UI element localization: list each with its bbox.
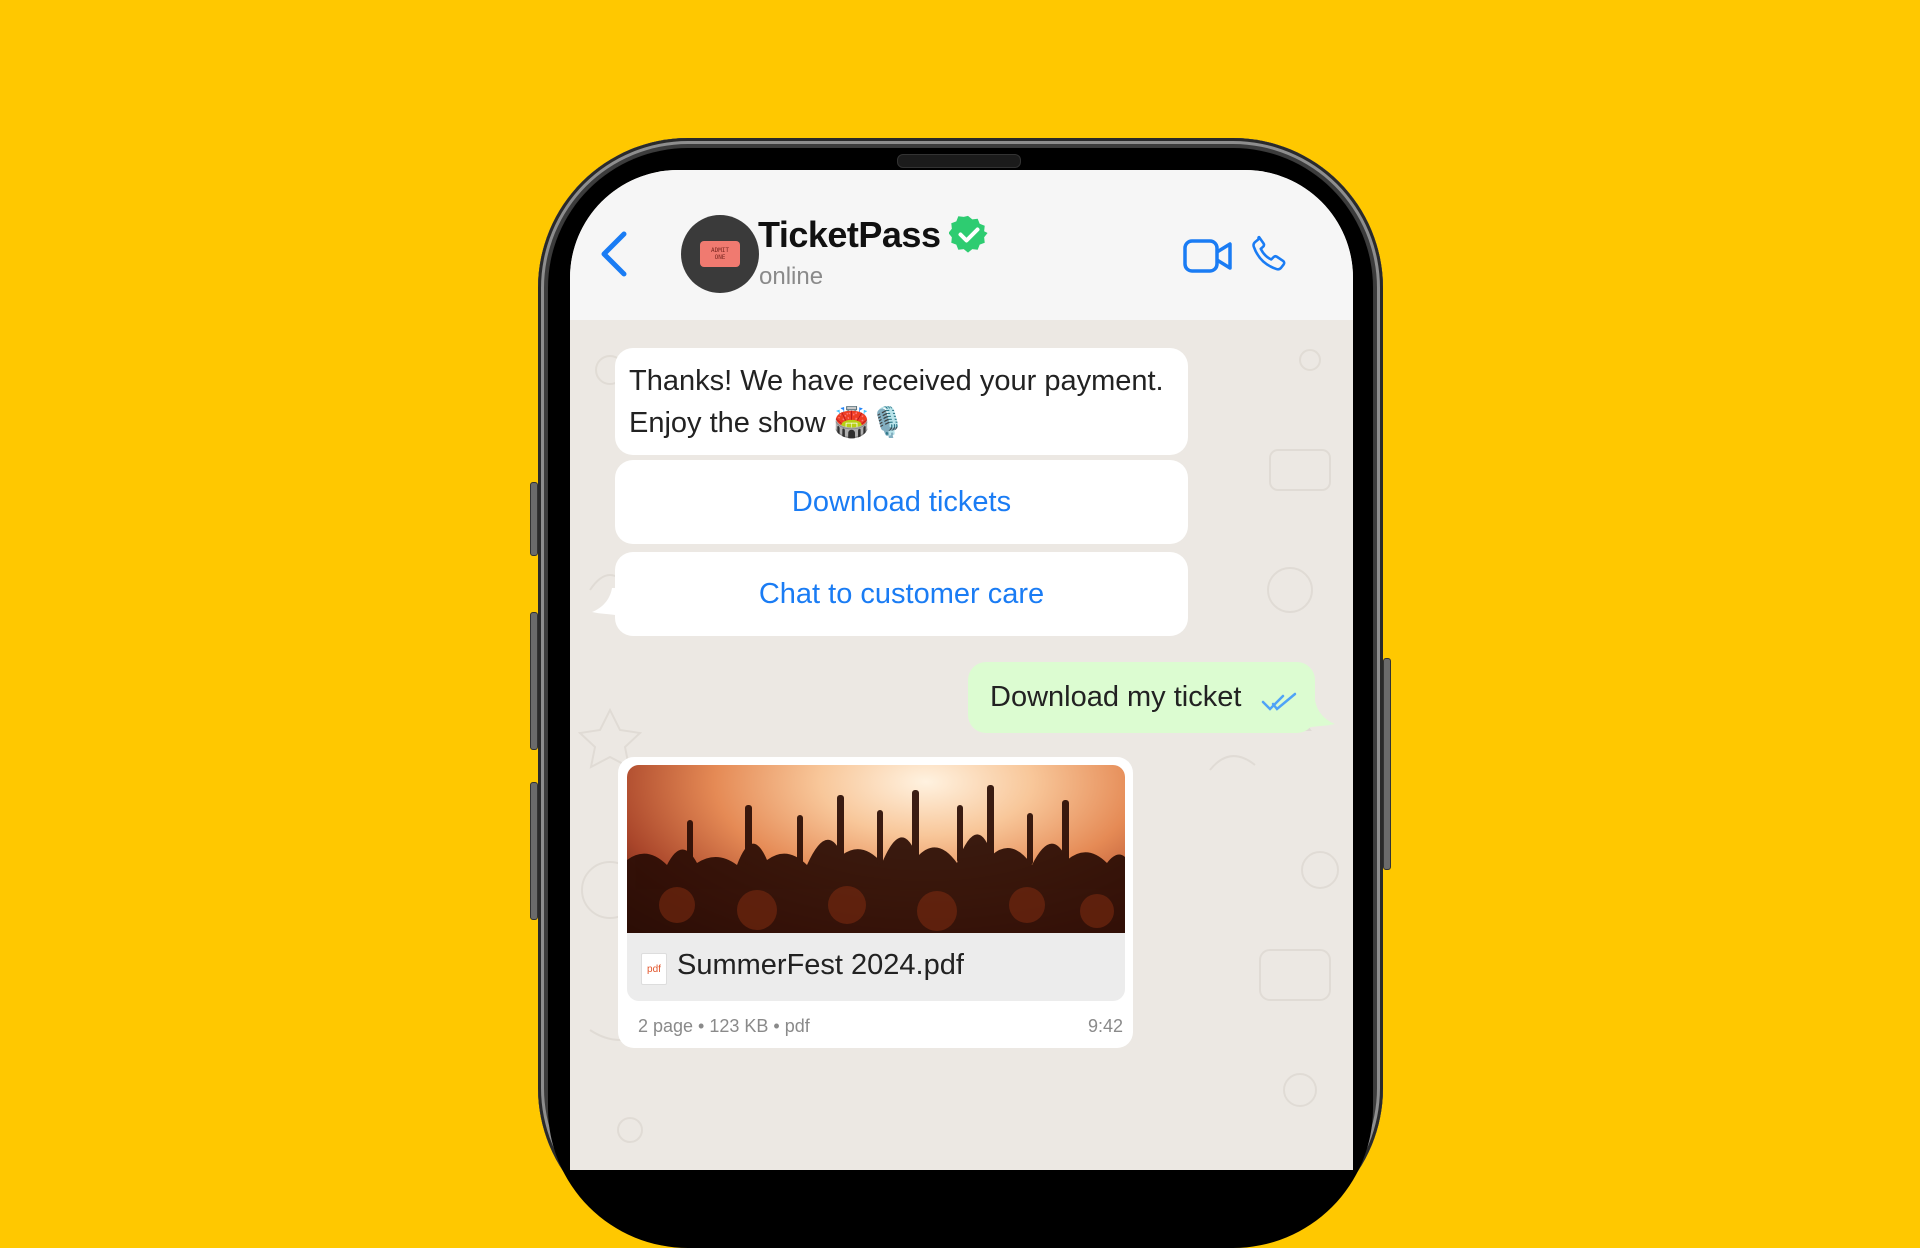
- ticket-text-line1: ADMIT: [710, 247, 730, 254]
- chat-header: ADMIT ONE TicketPass online: [570, 170, 1353, 320]
- back-button[interactable]: [596, 228, 632, 280]
- download-tickets-button[interactable]: Download tickets: [615, 460, 1188, 544]
- phone-silent-switch: [530, 482, 538, 556]
- contact-name-row[interactable]: TicketPass: [758, 214, 989, 256]
- file-row[interactable]: pdf SummerFest 2024.pdf: [627, 933, 1125, 1001]
- double-check-read-icon: [1261, 692, 1297, 711]
- message-time: 9:42: [1087, 1016, 1123, 1036]
- phone-volume-up-button: [530, 612, 538, 750]
- voice-call-button[interactable]: [1247, 232, 1291, 276]
- verified-badge-icon: [948, 215, 988, 253]
- outgoing-message: Download my ticket: [968, 662, 1315, 733]
- incoming-message-line2: Enjoy the show 🏟️🎙️: [629, 407, 906, 439]
- file-meta: 2 page • 123 KB • pdf: [638, 1016, 810, 1036]
- concert-crowd-image: [627, 765, 1125, 933]
- outgoing-message-text: Download my ticket: [990, 681, 1242, 713]
- ticket-text-line2: ONE: [714, 254, 726, 261]
- file-name: SummerFest 2024.pdf: [677, 949, 964, 981]
- video-camera-icon: [1183, 239, 1232, 273]
- incoming-message-line1: Thanks! We have received your payment.: [629, 365, 1164, 397]
- incoming-message: Thanks! We have received your payment. E…: [615, 348, 1188, 455]
- phone-icon: [1252, 235, 1286, 271]
- video-call-button[interactable]: [1182, 236, 1234, 276]
- chat-screen: ADMIT ONE TicketPass online Thanks! We h…: [570, 170, 1353, 1170]
- contact-status: online: [759, 263, 824, 290]
- contact-name: TicketPass: [758, 214, 941, 255]
- admit-one-ticket-icon: ADMIT ONE: [700, 241, 740, 267]
- chat-to-customer-care-button[interactable]: Chat to customer care: [615, 552, 1188, 636]
- crowd-silhouette: [627, 785, 1125, 933]
- phone-power-button: [1383, 658, 1391, 870]
- phone-volume-down-button: [530, 782, 538, 920]
- pdf-file-icon: pdf: [641, 953, 667, 985]
- chevron-left-icon: [601, 231, 627, 277]
- pdf-attachment-message[interactable]: pdf SummerFest 2024.pdf 2 page • 123 KB …: [618, 757, 1133, 1048]
- contact-avatar[interactable]: ADMIT ONE: [681, 215, 759, 293]
- phone-speaker: [897, 154, 1021, 168]
